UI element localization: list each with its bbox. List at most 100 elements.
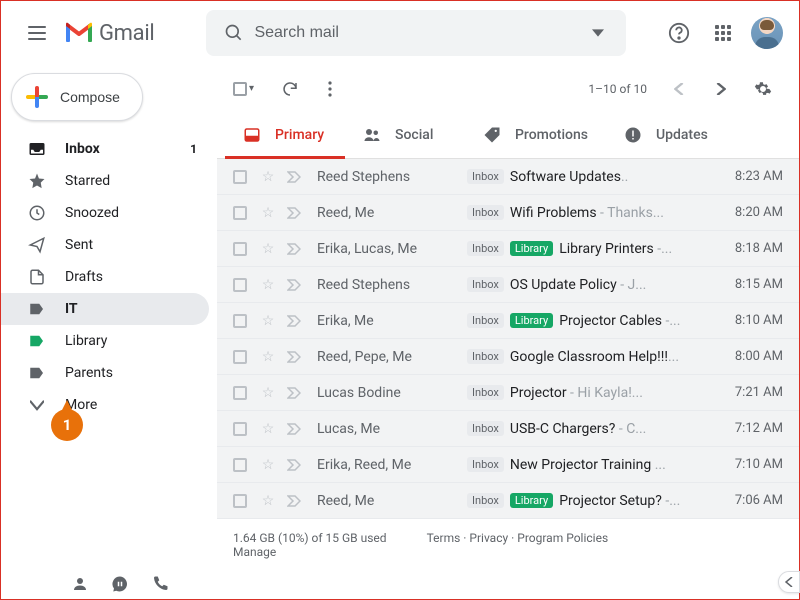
time-text: 8:15 AM <box>719 277 783 292</box>
row-checkbox[interactable] <box>233 494 247 508</box>
library-badge: Library <box>510 313 553 328</box>
label-icon <box>27 331 47 351</box>
search-options-dropdown-icon[interactable] <box>578 27 618 39</box>
sidebar-item-parents[interactable]: Parents <box>1 357 209 389</box>
row-checkbox[interactable] <box>233 350 247 364</box>
more-button[interactable] <box>310 69 350 109</box>
support-button[interactable] <box>659 13 699 53</box>
select-all-control[interactable]: ▾ <box>233 82 254 96</box>
subject-text: Google Classroom Help!!!... <box>510 349 679 365</box>
policies-link[interactable]: Program Policies <box>517 531 608 545</box>
email-row[interactable]: ☆Reed StephensInboxSoftware Updates..8:2… <box>217 159 799 195</box>
sidebar-item-drafts[interactable]: Drafts <box>1 261 209 293</box>
row-checkbox[interactable] <box>233 386 247 400</box>
email-row[interactable]: ☆Reed StephensInboxOS Update Policy - J.… <box>217 267 799 303</box>
star-icon[interactable]: ☆ <box>259 169 277 185</box>
sidebar-item-label: IT <box>65 301 78 317</box>
row-checkbox[interactable] <box>233 314 247 328</box>
tab-social[interactable]: Social <box>345 112 465 158</box>
sidebar-item-snoozed[interactable]: Snoozed <box>1 197 209 229</box>
email-row[interactable]: ☆Lucas BodineInboxProjector - Hi Kayla!.… <box>217 375 799 411</box>
manage-storage-link[interactable]: Manage <box>233 545 276 559</box>
compose-button[interactable]: Compose <box>11 73 143 121</box>
sidebar-item-library[interactable]: Library <box>1 325 209 357</box>
importance-icon[interactable] <box>287 387 303 399</box>
footer: 1.64 GB (10%) of 15 GB used Manage Terms… <box>217 519 799 571</box>
time-text: 8:00 AM <box>719 349 783 364</box>
importance-icon[interactable] <box>287 495 303 507</box>
page-count: 1–10 of 10 <box>588 82 647 96</box>
importance-icon[interactable] <box>287 171 303 183</box>
side-panel-toggle[interactable] <box>778 571 800 593</box>
tab-primary[interactable]: Primary <box>225 112 345 158</box>
refresh-button[interactable] <box>270 69 310 109</box>
subject-wrap: InboxLibraryProjector Setup? -... <box>467 493 719 509</box>
star-icon[interactable]: ☆ <box>259 493 277 509</box>
settings-button[interactable] <box>743 69 783 109</box>
search-bar[interactable] <box>206 10 626 56</box>
prev-page-button[interactable] <box>659 69 699 109</box>
email-row[interactable]: ☆Lucas, MeInboxUSB-C Chargers? - C...7:1… <box>217 411 799 447</box>
importance-icon[interactable] <box>287 315 303 327</box>
importance-icon[interactable] <box>287 459 303 471</box>
privacy-link[interactable]: Privacy <box>469 531 508 545</box>
star-icon[interactable]: ☆ <box>259 421 277 437</box>
row-checkbox[interactable] <box>233 458 247 472</box>
phone-icon[interactable] <box>151 575 169 593</box>
chevron-left-icon <box>785 577 793 587</box>
star-icon[interactable]: ☆ <box>259 457 277 473</box>
google-apps-button[interactable] <box>703 13 743 53</box>
importance-icon[interactable] <box>287 423 303 435</box>
email-row[interactable]: ☆Erika, Reed, MeInboxNew Projector Train… <box>217 447 799 483</box>
row-checkbox[interactable] <box>233 278 247 292</box>
email-row[interactable]: ☆Erika, Lucas, MeInboxLibraryLibrary Pri… <box>217 231 799 267</box>
main-menu-button[interactable] <box>13 9 61 57</box>
importance-icon[interactable] <box>287 207 303 219</box>
importance-icon[interactable] <box>287 279 303 291</box>
star-icon[interactable]: ☆ <box>259 241 277 257</box>
tab-updates[interactable]: Updates <box>606 112 726 158</box>
social-tab-icon <box>363 126 381 144</box>
subject-text: Software Updates.. <box>510 169 628 185</box>
tab-promotions[interactable]: Promotions <box>465 112 606 158</box>
storage-text: 1.64 GB (10%) of 15 GB used <box>233 531 387 545</box>
inbox-badge: Inbox <box>467 277 504 292</box>
sidebar-item-it[interactable]: IT <box>1 293 209 325</box>
library-badge: Library <box>510 241 553 256</box>
search-input[interactable] <box>254 24 578 42</box>
hangouts-chat-icon[interactable] <box>111 575 129 593</box>
sidebar-item-label: Library <box>65 333 107 349</box>
sidebar-item-label: Drafts <box>65 269 103 285</box>
subject-text: Projector Cables -... <box>559 313 680 329</box>
importance-icon[interactable] <box>287 243 303 255</box>
star-icon[interactable]: ☆ <box>259 277 277 293</box>
gmail-logo[interactable]: Gmail <box>65 21 154 46</box>
sidebar-item-more[interactable]: More <box>1 389 209 421</box>
email-row[interactable]: ☆Reed, MeInboxWifi Problems - Thanks...8… <box>217 195 799 231</box>
account-button[interactable] <box>747 13 787 53</box>
sidebar-item-sent[interactable]: Sent <box>1 229 209 261</box>
star-icon[interactable]: ☆ <box>259 205 277 221</box>
star-icon[interactable]: ☆ <box>259 385 277 401</box>
row-checkbox[interactable] <box>233 170 247 184</box>
subject-text: New Projector Training ... <box>510 457 666 473</box>
row-checkbox[interactable] <box>233 206 247 220</box>
search-icon[interactable] <box>214 23 254 43</box>
email-row[interactable]: ☆Erika, MeInboxLibraryProjector Cables -… <box>217 303 799 339</box>
row-checkbox[interactable] <box>233 242 247 256</box>
star-icon[interactable]: ☆ <box>259 313 277 329</box>
email-row[interactable]: ☆Reed, Pepe, MeInboxGoogle Classroom Hel… <box>217 339 799 375</box>
terms-link[interactable]: Terms <box>427 531 461 545</box>
importance-icon[interactable] <box>287 351 303 363</box>
sidebar-item-inbox[interactable]: Inbox 1 <box>1 133 209 165</box>
star-icon[interactable]: ☆ <box>259 349 277 365</box>
sidebar-item-starred[interactable]: Starred <box>1 165 209 197</box>
time-text: 7:10 AM <box>719 457 783 472</box>
next-page-button[interactable] <box>701 69 741 109</box>
inbox-badge: Inbox <box>467 205 504 220</box>
chevron-down-icon: ▾ <box>249 83 254 94</box>
row-checkbox[interactable] <box>233 422 247 436</box>
hangouts-contacts-icon[interactable] <box>71 575 89 593</box>
sender-text: Reed, Pepe, Me <box>317 349 467 365</box>
email-row[interactable]: ☆Reed, MeInboxLibraryProjector Setup? -.… <box>217 483 799 519</box>
